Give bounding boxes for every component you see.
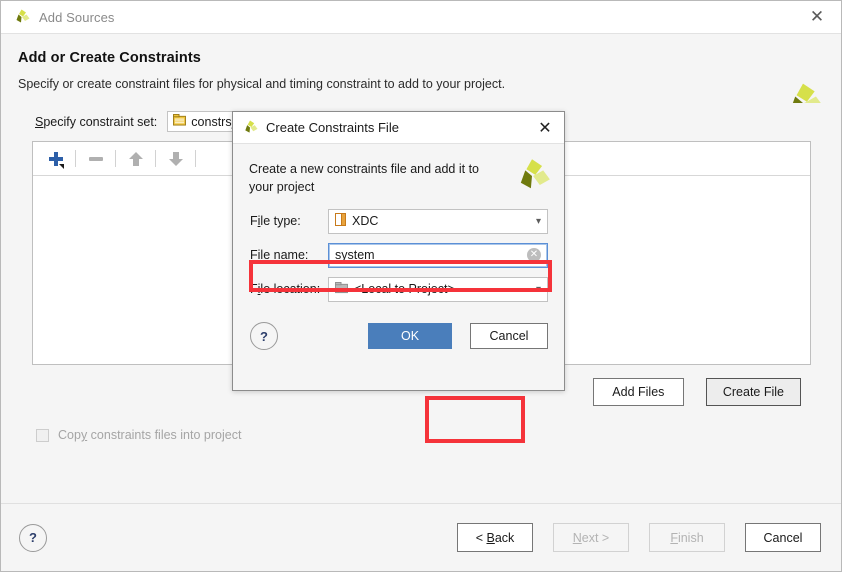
plus-icon[interactable]: [42, 146, 69, 172]
toolbar-divider: [155, 150, 156, 167]
page-title: Add or Create Constraints: [18, 50, 201, 66]
file-type-value: XDC: [352, 214, 379, 228]
add-sources-window: Add Sources ✕ Add or Create Constraints …: [0, 0, 842, 572]
file-name-label: File name:: [250, 248, 309, 262]
arrow-down-icon[interactable]: [162, 146, 189, 172]
close-icon[interactable]: ✕: [797, 2, 837, 33]
xdc-file-icon: [335, 213, 346, 229]
next-button[interactable]: Next >: [553, 523, 629, 552]
close-icon[interactable]: ✕: [528, 113, 562, 143]
dialog-cancel-button[interactable]: Cancel: [470, 323, 548, 349]
dialog-title: Create Constraints File: [266, 120, 399, 135]
constraint-set-label: Specify constraint set:: [35, 114, 158, 129]
clear-icon[interactable]: ✕: [527, 248, 541, 262]
add-files-button[interactable]: Add Files: [592, 378, 684, 406]
copy-constraints-label: Copy constraints files into project: [58, 428, 242, 442]
dialog-form: File type: XDC ▾ File name: system ✕ Fil…: [233, 198, 564, 310]
toolbar-divider: [75, 150, 76, 167]
constraint-set-folder-icon: [173, 114, 187, 129]
file-location-row: File location: <Local to Project> ▾: [250, 276, 548, 302]
xilinx-logo-icon: [242, 120, 258, 135]
minus-icon[interactable]: [82, 146, 109, 172]
folder-location-icon: [335, 281, 348, 297]
file-name-input[interactable]: system ✕: [328, 242, 548, 268]
xilinx-logo-icon: [513, 158, 551, 199]
toolbar-divider: [115, 150, 116, 167]
arrow-up-icon[interactable]: [122, 146, 149, 172]
file-location-dropdown[interactable]: <Local to Project> ▾: [328, 276, 548, 302]
file-location-label: File location:: [250, 282, 321, 296]
page-subtitle: Specify or create constraint files for p…: [18, 77, 506, 91]
file-type-label: File type:: [250, 214, 301, 228]
page-header: Add or Create Constraints Specify or cre…: [1, 34, 841, 118]
create-constraints-file-dialog: Create Constraints File ✕ Create a new c…: [232, 111, 565, 391]
file-type-row: File type: XDC ▾: [250, 208, 548, 234]
file-name-value: system: [335, 248, 375, 262]
copy-constraints-checkbox[interactable]: [36, 428, 49, 442]
dialog-description-area: Create a new constraints file and add it…: [233, 144, 564, 198]
help-icon[interactable]: ?: [19, 523, 47, 552]
dialog-titlebar: Create Constraints File ✕: [233, 112, 564, 144]
create-file-button[interactable]: Create File: [705, 378, 801, 406]
chevron-down-icon[interactable]: ▾: [536, 284, 541, 295]
dialog-description: Create a new constraints file and add it…: [249, 162, 479, 194]
chevron-down-icon[interactable]: ▾: [536, 216, 541, 227]
xilinx-logo-icon: [13, 9, 30, 25]
window-titlebar: Add Sources ✕: [1, 1, 841, 34]
help-icon[interactable]: ?: [250, 322, 278, 350]
finish-button[interactable]: Finish: [649, 523, 725, 552]
window-title: Add Sources: [39, 9, 115, 25]
back-button[interactable]: < Back: [457, 523, 533, 552]
file-name-row: File name: system ✕: [250, 242, 548, 268]
dialog-button-row: ? OK Cancel: [233, 322, 564, 350]
copy-constraints-row[interactable]: Copy constraints files into project: [17, 406, 825, 442]
toolbar-divider: [195, 150, 196, 167]
file-location-value: <Local to Project>: [354, 282, 455, 296]
ok-button[interactable]: OK: [368, 323, 452, 349]
file-type-dropdown[interactable]: XDC ▾: [328, 208, 548, 234]
wizard-footer: ? < Back Next > Finish Cancel: [1, 503, 841, 571]
cancel-button[interactable]: Cancel: [745, 523, 821, 552]
